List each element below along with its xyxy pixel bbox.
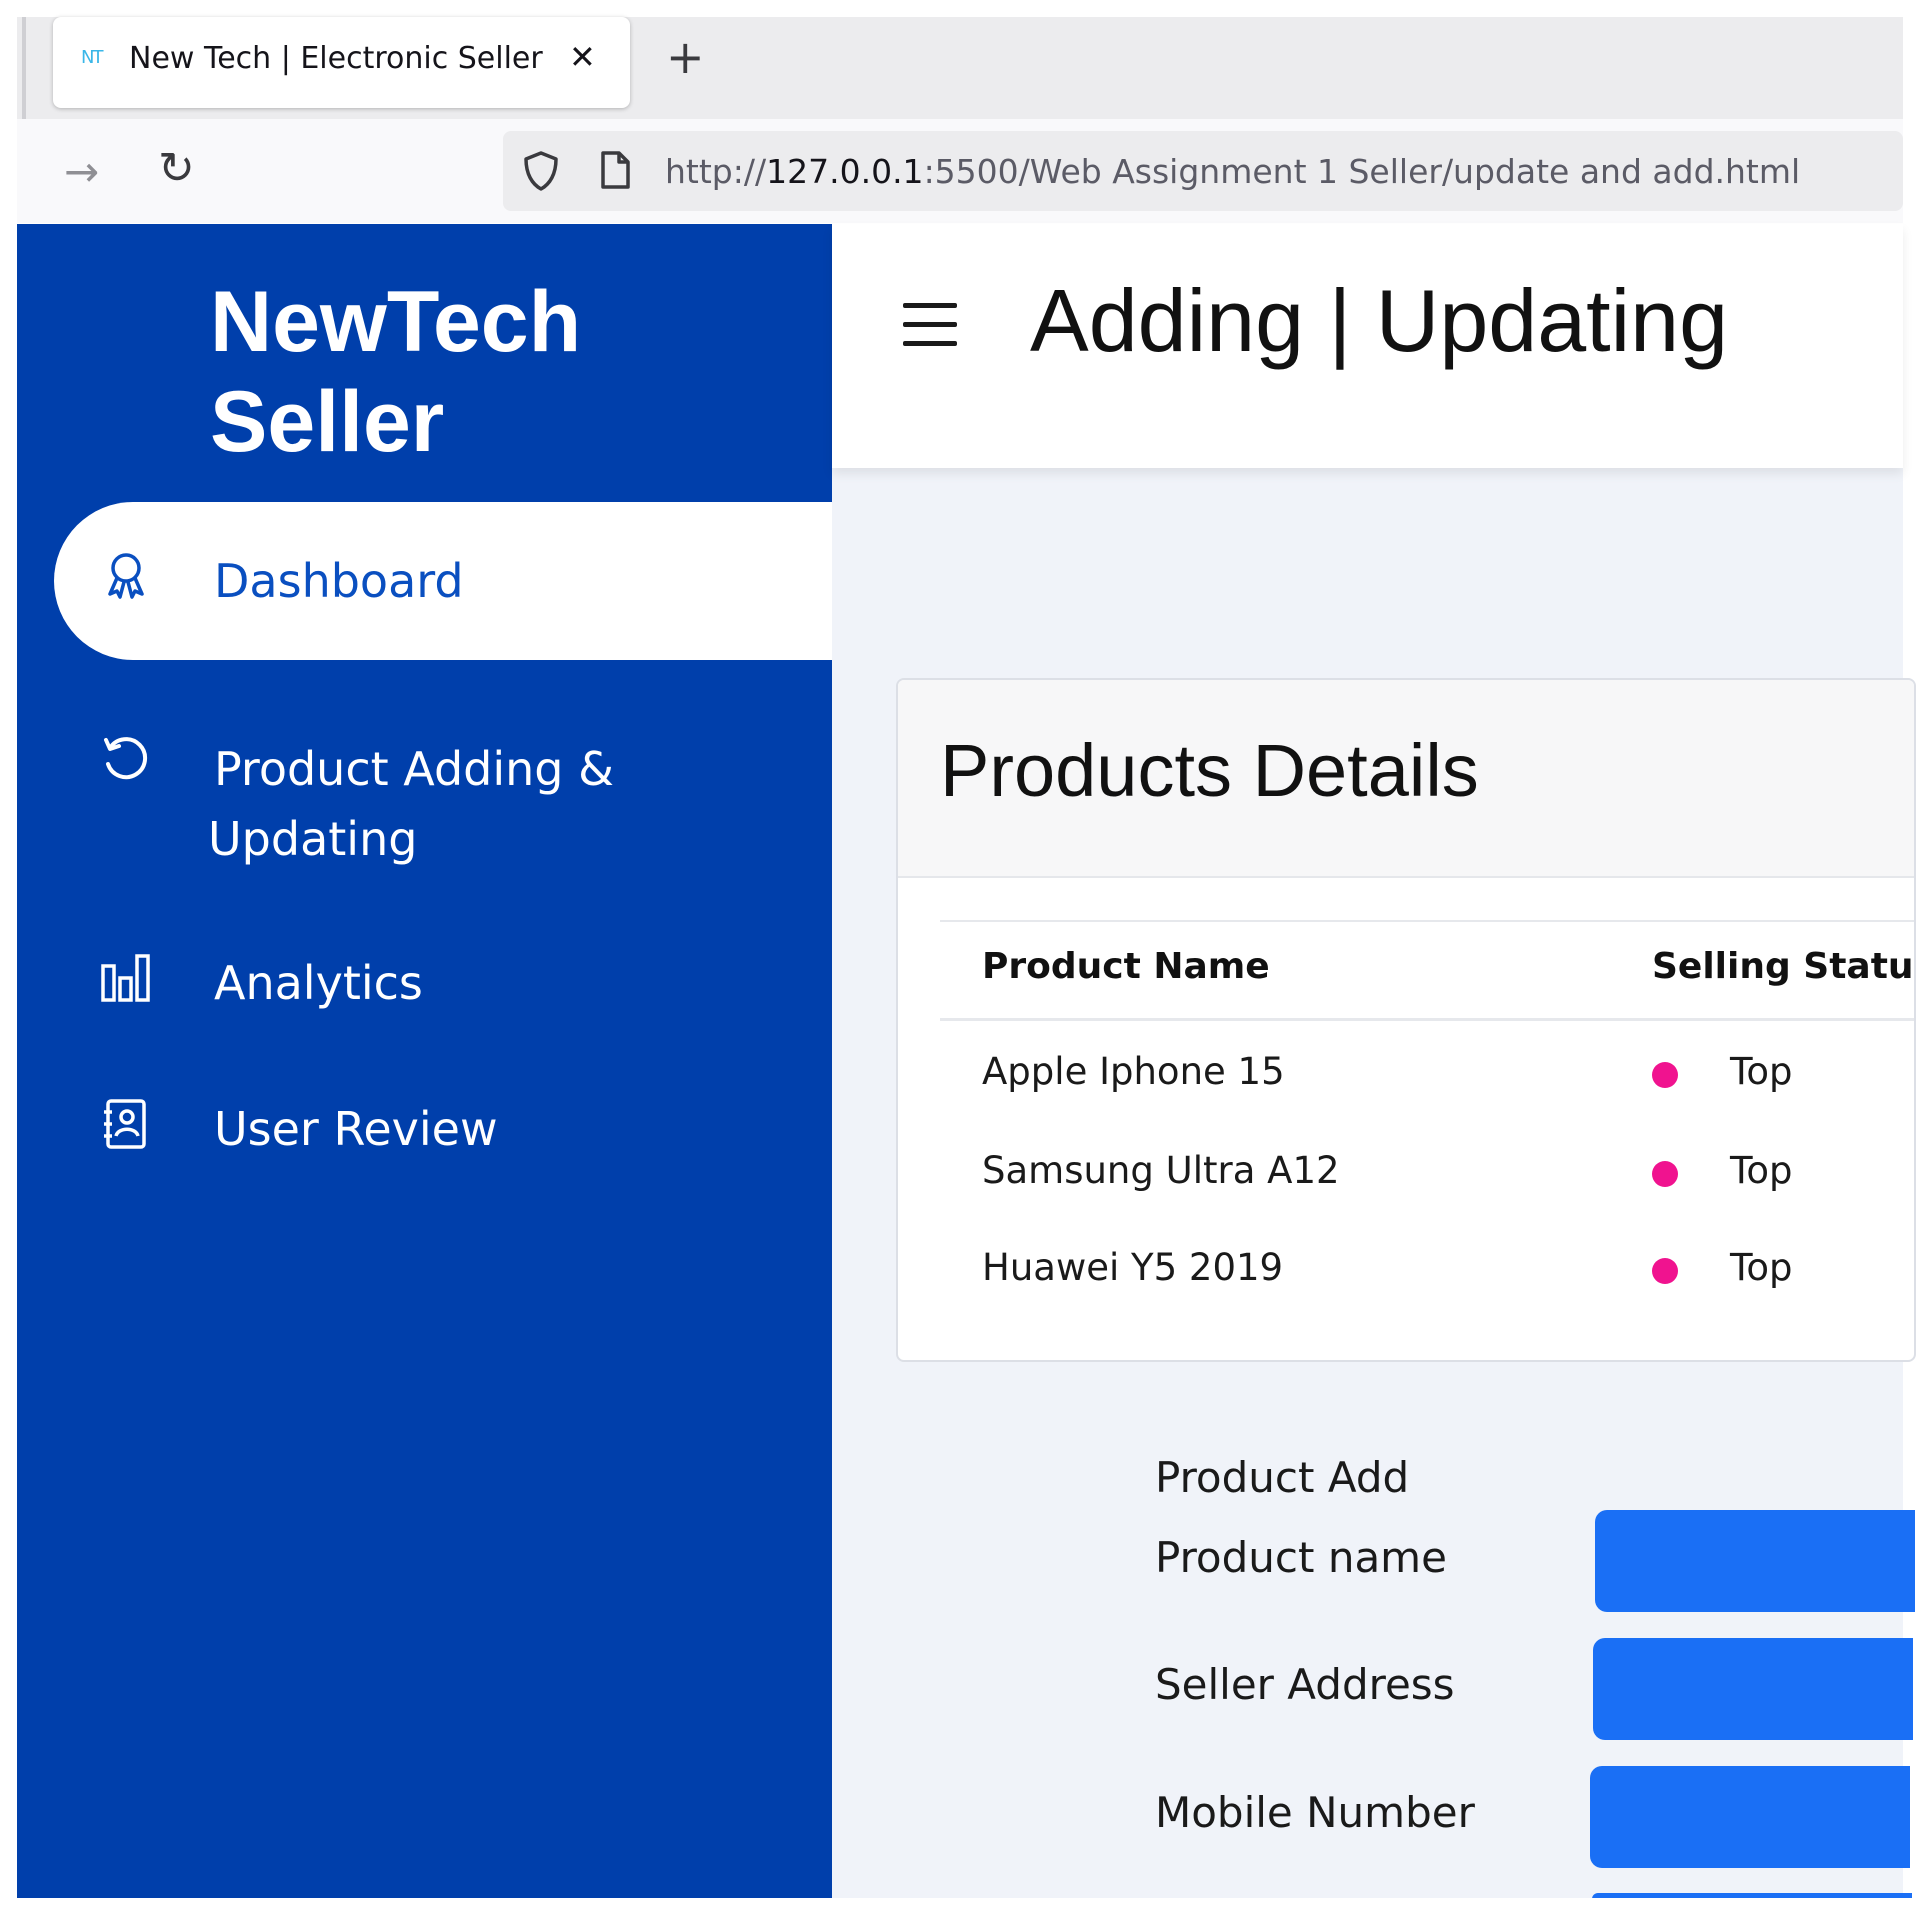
page-title: Adding | Updating (1030, 271, 1729, 370)
column-header-selling-status: Selling Status (1652, 946, 1916, 987)
form-heading: Product Add (1155, 1453, 1410, 1502)
forward-icon[interactable]: → (64, 147, 99, 196)
column-header-product-name: Product Name (982, 946, 1270, 987)
sidebar (17, 224, 832, 1898)
seller-address-input[interactable] (1593, 1638, 1913, 1740)
status-dot (1652, 1161, 1678, 1187)
window-bottom-edge (0, 1898, 1920, 1920)
contact-book-icon (104, 1099, 146, 1149)
product-name-cell: Huawei Y5 2019 (982, 1246, 1284, 1289)
tab-strip-divider (22, 17, 26, 119)
card-title: Products Details (940, 729, 1479, 812)
tab-title: New Tech | Electronic Seller (129, 41, 543, 76)
new-tab-icon[interactable]: + (666, 34, 705, 80)
history-icon (104, 737, 148, 780)
products-card: Products Details Product Name Selling St… (896, 678, 1916, 1362)
sidebar-item-user-review[interactable]: User Review (54, 1094, 824, 1174)
sidebar-item-product-adding[interactable]: Product Adding & Updating (54, 722, 824, 872)
status-dot (1652, 1062, 1678, 1088)
favicon-icon: NT (81, 47, 104, 68)
sidebar-item-label: Dashboard (214, 554, 464, 608)
sidebar-item-label: Analytics (214, 956, 423, 1010)
sidebar-item-label: User Review (214, 1102, 498, 1156)
url-text[interactable]: http://127.0.0.1:5500/Web Assignment 1 S… (665, 152, 1800, 191)
url-prefix: http:// (665, 152, 767, 191)
product-name-input[interactable] (1595, 1510, 1915, 1612)
bar-chart-icon (101, 954, 150, 1002)
page-icon[interactable] (598, 150, 632, 190)
award-icon (108, 553, 144, 599)
hamburger-menu-icon[interactable] (903, 303, 957, 347)
sidebar-item-dashboard[interactable]: Dashboard (54, 502, 824, 660)
table-header-divider (940, 1018, 1914, 1021)
table-divider (940, 920, 1914, 922)
url-host: 127.0.0.1 (766, 152, 924, 191)
reload-icon[interactable]: ↻ (158, 143, 195, 194)
card-header: Products Details (898, 680, 1914, 878)
product-name-cell: Apple Iphone 15 (982, 1050, 1285, 1093)
browser-tab[interactable]: NT New Tech | Electronic Seller ✕ (53, 17, 630, 108)
status-cell: Top (1730, 1149, 1793, 1192)
seller-address-label: Seller Address (1155, 1660, 1455, 1709)
status-cell: Top (1730, 1050, 1793, 1093)
brand-title: NewTech Seller (210, 274, 582, 470)
mobile-number-input[interactable] (1590, 1766, 1910, 1868)
url-path: :5500/Web Assignment 1 Seller/update and… (923, 152, 1801, 191)
mobile-number-label: Mobile Number (1155, 1788, 1475, 1837)
sidebar-item-analytics[interactable]: Analytics (54, 948, 824, 1028)
shield-icon[interactable] (522, 150, 560, 192)
product-name-cell: Samsung Ultra A12 (982, 1149, 1340, 1192)
status-cell: Top (1730, 1246, 1793, 1289)
product-name-label: Product name (1155, 1533, 1447, 1582)
close-tab-icon[interactable]: ✕ (569, 38, 596, 76)
sidebar-item-label: Product Adding & Updating (208, 742, 614, 866)
status-dot (1652, 1258, 1678, 1284)
